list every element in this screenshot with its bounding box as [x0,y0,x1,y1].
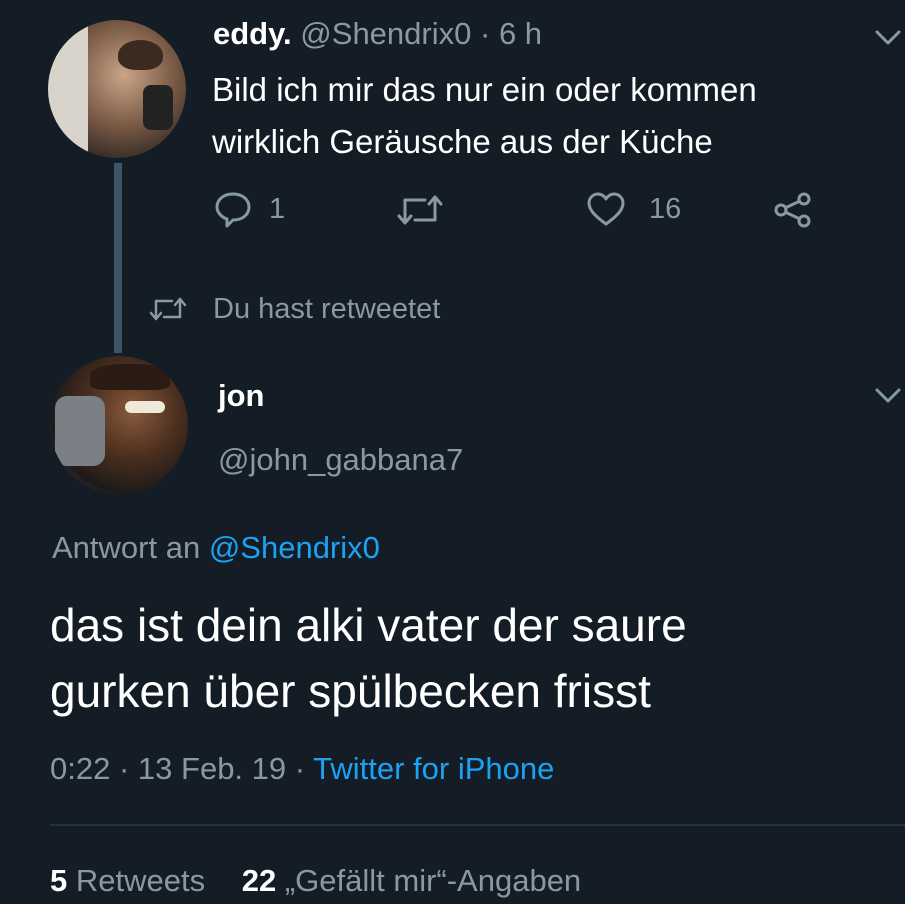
reply-count: 1 [269,192,286,225]
chevron-down-icon[interactable] [874,386,902,406]
divider [50,824,905,826]
reply-to-link[interactable]: @Shendrix0 [209,530,380,565]
retweets-stat[interactable]: 5 Retweets [50,863,214,898]
retweet-notice-icon [148,295,188,323]
parent-tweet-header: eddy. @Shendrix0 · 6 h [213,14,542,54]
main-display-name[interactable]: jon [218,376,265,416]
reply-icon [213,190,253,228]
retweet-icon [395,192,445,228]
reply-prefix: Antwort an [52,530,201,565]
tweet-date: 13 Feb. 19 [137,751,287,786]
parent-handle[interactable]: @Shendrix0 [300,16,471,51]
main-text-line1: das ist dein alki vater der saure [50,599,687,651]
retweets-label: Retweets [75,863,206,898]
likes-stat[interactable]: 22 „Gefällt mir“-Angaben [242,863,581,898]
tweet-meta: 0:22 · 13 Feb. 19 · Twitter for iPhone [50,748,554,790]
heart-icon [585,190,627,228]
share-button[interactable] [773,192,813,228]
like-count: 16 [649,192,682,225]
retweet-notice: Du hast retweetet [148,290,440,328]
avatar-eddy[interactable] [48,20,186,158]
avatar-jon[interactable] [50,356,188,494]
main-tweet-text: das ist dein alki vater der saure gurken… [50,592,687,724]
meta-separator: · [294,751,306,786]
reply-button[interactable]: 1 [213,190,285,228]
parent-text-line1: Bild ich mir das nur ein oder kommen [212,71,757,108]
parent-separator: · [479,16,491,51]
main-text-line2: gurken über spülbecken frisst [50,665,651,717]
likes-count: 22 [241,863,277,898]
tweet-source-link[interactable]: Twitter for iPhone [313,751,554,786]
retweet-button[interactable] [395,192,445,228]
reply-context: Antwort an @Shendrix0 [52,528,380,568]
main-handle[interactable]: @john_gabbana7 [218,440,463,480]
likes-label: „Gefällt mir“-Angaben [284,863,582,898]
retweets-count: 5 [50,863,68,898]
retweet-notice-label: Du hast retweetet [213,292,441,325]
parent-text-line2: wirklich Geräusche aus der Küche [212,123,713,160]
tweet-time: 0:22 [50,751,111,786]
parent-tweet-text: Bild ich mir das nur ein oder kommen wir… [212,64,757,168]
parent-age[interactable]: 6 h [499,16,542,51]
like-button[interactable]: 16 [585,190,681,228]
chevron-down-icon[interactable] [874,28,902,48]
tweet-stats: 5 Retweets 22 „Gefällt mir“-Angaben [50,860,581,902]
meta-separator: · [118,751,130,786]
thread-line [114,163,122,353]
share-icon [773,192,813,228]
parent-display-name[interactable]: eddy. [213,16,292,51]
